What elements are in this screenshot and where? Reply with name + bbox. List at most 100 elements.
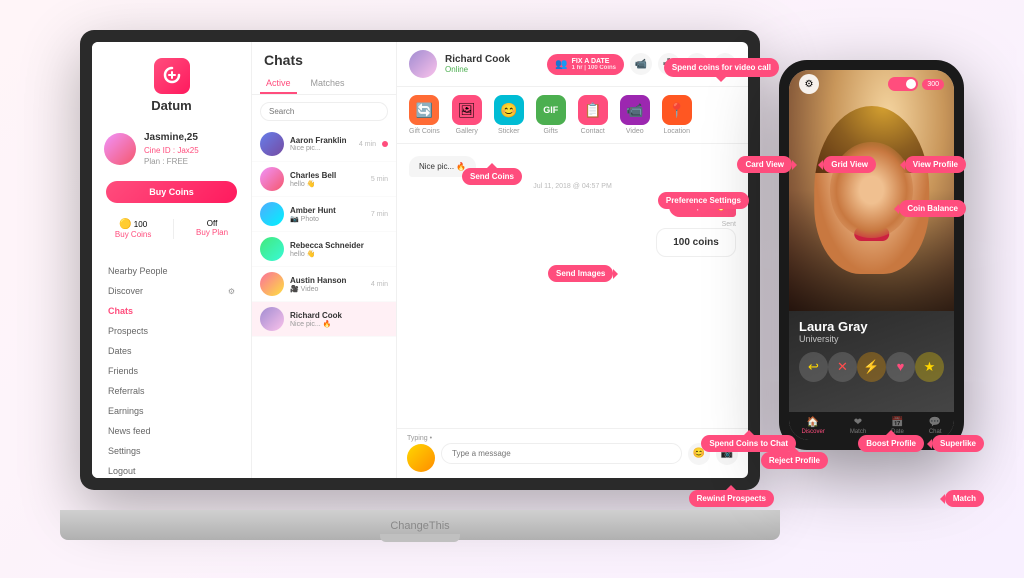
avatar [260,202,284,226]
tooltip-card-view: Card View [737,156,792,173]
user-id: Cine ID : Jax25 [144,145,199,156]
profile-image [789,70,954,311]
emoji-avatar [407,444,435,472]
lips [854,227,889,240]
avatar [260,307,284,331]
message-received: Nice pic... 🔥 [409,156,736,177]
sticker-item[interactable]: 😊 Sticker [494,95,524,135]
sticker-icon: 😊 [494,95,524,125]
tooltip-view-profile: View Profile [905,156,966,173]
tooltip-rewind-prospects: Rewind Prospects [689,490,774,507]
gift-coins-icon: 🔄 [409,95,439,125]
superlike-button[interactable]: ★ [915,352,944,382]
contact-info: Richard Cook Online [445,54,539,74]
coin-buy-label[interactable]: Buy Coins [115,230,151,239]
video-icon: 📹 [620,95,650,125]
sidebar-item-settings[interactable]: Settings [92,441,251,461]
user-name: Jasmine,25 [144,131,199,145]
laptop-brand: ChangeThis [390,520,449,532]
phone-toggle[interactable] [888,77,918,91]
avatar [260,167,284,191]
coins-bubble: 100 coins [656,228,736,257]
sidebar-item-logout[interactable]: Logout [92,461,251,478]
phone-nav-discover[interactable]: 🏠 Discover [801,417,824,435]
location-icon: 📍 [662,95,692,125]
gif-icon: GIF [536,95,566,125]
coins-message: Sent 100 coins [409,221,736,261]
sidebar-item-chats[interactable]: Chats [92,301,251,321]
sidebar-item-newsfeed[interactable]: News feed [92,421,251,441]
list-item[interactable]: Aaron Franklin Nice pic... 4 min [252,127,396,162]
phone-badge: 300 [922,79,944,90]
contact-item[interactable]: 📋 Contact [578,95,608,135]
gifts-item[interactable]: GIF Gifts [536,95,566,135]
sidebar-item-earnings[interactable]: Earnings [92,401,251,421]
location-item[interactable]: 📍 Location [662,95,692,135]
scene: Datum Jasmine,25 Cine ID : Jax25 Plan : … [0,0,1024,578]
video-call-icon[interactable]: 📹 [630,53,652,75]
tooltip-send-coins: Send Coins [462,168,522,185]
fix-date-button[interactable]: 👥 FIX A DATE 1 hr | 100 Coins [547,54,624,75]
list-item[interactable]: Austin Hanson 🎥 Video 4 min [252,267,396,302]
list-item[interactable]: Charles Bell hello 👋 5 min [252,162,396,197]
sidebar-item-discover[interactable]: Discover ⚙ [92,281,251,301]
laptop-base: ChangeThis [60,510,780,540]
chat-list: Chats Active Matches Aaron Franklin [252,42,397,478]
sidebar: Datum Jasmine,25 Cine ID : Jax25 Plan : … [92,42,252,478]
tooltip-superlike: Superlike [932,435,984,452]
coin-value: 🟡 100 [115,219,151,230]
phone: ⚙ 300 Laura Gray Univ [779,60,964,450]
message-input[interactable] [441,443,682,464]
chat-list-header: Chats [252,42,396,74]
phone-nav-match[interactable]: ❤ Match [850,417,866,435]
gift-coins-item[interactable]: 🔄 Gift Coins [409,95,440,135]
tab-active[interactable]: Active [260,74,297,94]
face-shape [814,106,930,274]
phone-filter-icon[interactable]: ⚙ [799,74,819,94]
sidebar-item-friends[interactable]: Friends [92,361,251,381]
gallery-item[interactable]: 🖼 Gallery [452,95,482,135]
phone-actions: ↩ ✕ ⚡ ♥ ★ [799,352,944,382]
tooltip-grid-view: Grid View [823,156,876,173]
list-item[interactable]: Amber Hunt 📷 Photo 7 min [252,197,396,232]
tooltip-spend-coins-video: Spend coins for video call [664,58,779,77]
logo: Datum [92,58,251,113]
sent-label: Sent [722,221,736,228]
gift-bar: 🔄 Gift Coins 🖼 Gallery 😊 Sticker [397,87,748,144]
sidebar-item-dates[interactable]: Dates [92,341,251,361]
phone-nav-chat[interactable]: 💬 Chat [929,417,942,435]
tab-matches[interactable]: Matches [305,74,351,94]
app-main: Chats Active Matches Aaron Franklin [252,42,748,478]
search-input[interactable] [260,102,388,121]
reject-button[interactable]: ✕ [828,352,857,382]
contact-avatar [409,50,437,78]
tooltip-match: Match [945,490,984,507]
chat-item-info: Richard Cook Nice pic... 🔥 [290,311,388,328]
laptop-screen: Datum Jasmine,25 Cine ID : Jax25 Plan : … [80,30,760,490]
buy-plan-label[interactable]: Buy Plan [196,228,228,237]
like-button[interactable]: ♥ [886,352,915,382]
boost-button[interactable]: ⚡ [857,352,886,382]
rewind-button[interactable]: ↩ [799,352,828,382]
message-input-area: Typing • 😊 📷 [397,428,748,478]
chat-item-info: Charles Bell hello 👋 [290,171,365,188]
tooltip-send-images: Send Images [548,265,613,282]
logo-text: Datum [151,98,191,113]
list-item[interactable]: Richard Cook Nice pic... 🔥 [252,302,396,337]
logo-icon [154,58,190,94]
list-item[interactable]: Rebecca Schneider hello 👋 [252,232,396,267]
gallery-icon: 🖼 [452,95,482,125]
sidebar-item-nearby[interactable]: Nearby People [92,261,251,281]
phone-top-bar: ⚙ 300 [789,70,954,98]
off-value: Off [196,219,228,228]
chat-item-info: Amber Hunt 📷 Photo [290,206,365,223]
video-item[interactable]: 📹 Video [620,95,650,135]
nav-list: Nearby People Discover ⚙ Chats Prospects… [92,261,251,478]
user-profile: Jasmine,25 Cine ID : Jax25 Plan : FREE [92,125,251,173]
tooltip-reject-profile: Reject Profile [761,452,828,469]
sidebar-item-prospects[interactable]: Prospects [92,321,251,341]
laptop: Datum Jasmine,25 Cine ID : Jax25 Plan : … [60,30,780,540]
sidebar-item-referrals[interactable]: Referrals [92,381,251,401]
tooltip-preference-settings: Preference Settings [658,192,749,209]
buy-coins-button[interactable]: Buy Coins [106,181,237,203]
